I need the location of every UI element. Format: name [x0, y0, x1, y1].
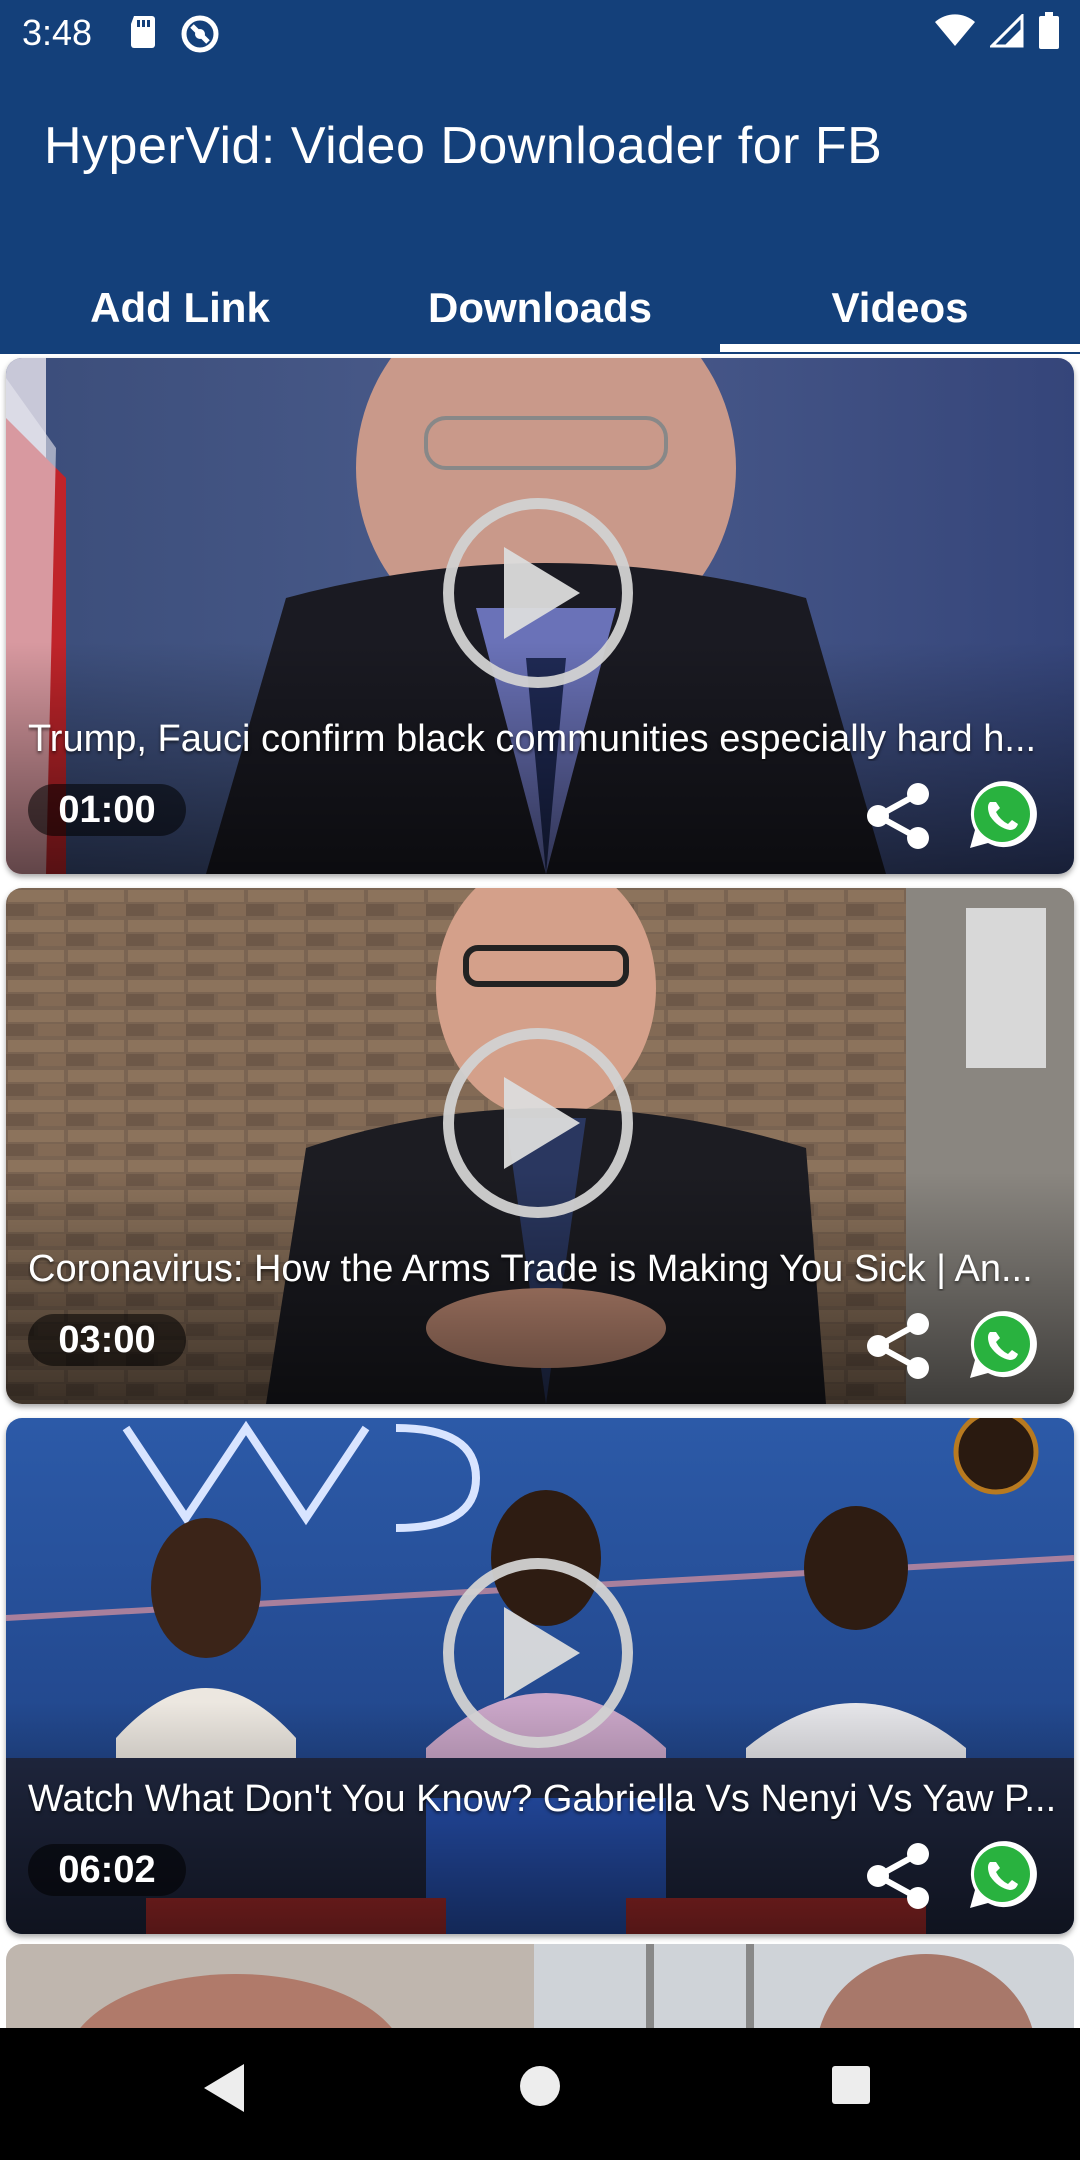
wifi-icon [934, 14, 976, 53]
video-card[interactable]: Coronavirus: How the Arms Trade is Makin… [6, 888, 1074, 1404]
cell-signal-icon [988, 12, 1024, 53]
video-list[interactable]: Trump, Fauci confirm black communities e… [0, 354, 1080, 2028]
video-title: Watch What Don't You Know? Gabriella Vs … [28, 1778, 1057, 1820]
video-card[interactable]: Watch What Don't You Know? Gabriella Vs … [6, 1418, 1074, 1934]
share-icon[interactable] [862, 780, 934, 852]
back-icon[interactable] [200, 2060, 248, 2121]
whatsapp-icon[interactable] [962, 776, 1042, 856]
circle-app-icon [180, 14, 220, 59]
tab-downloads[interactable]: Downloads [360, 284, 720, 354]
tab-label: Downloads [427, 284, 652, 331]
duration-badge: 06:02 [28, 1844, 186, 1896]
tab-selected-indicator [720, 344, 1080, 352]
play-button[interactable] [443, 498, 633, 688]
battery-icon [1038, 12, 1060, 55]
home-icon[interactable] [518, 2064, 562, 2113]
duration-badge: 03:00 [28, 1314, 186, 1366]
play-button[interactable] [443, 1558, 633, 1748]
share-icon[interactable] [862, 1840, 934, 1912]
tab-add-link[interactable]: Add Link [0, 284, 360, 354]
whatsapp-icon[interactable] [962, 1306, 1042, 1386]
duration-badge: 01:00 [28, 784, 186, 836]
status-bar: 3:48 [0, 0, 1080, 66]
app-bar: HyperVid: Video Downloader for FB Add Li… [0, 66, 1080, 354]
share-icon[interactable] [862, 1310, 934, 1382]
video-title: Coronavirus: How the Arms Trade is Makin… [28, 1248, 1033, 1290]
app-title: HyperVid: Video Downloader for FB [44, 117, 883, 175]
system-nav-bar [0, 2028, 1080, 2160]
video-card[interactable] [6, 1944, 1074, 2028]
sd-card-icon [128, 14, 158, 59]
whatsapp-icon[interactable] [962, 1836, 1042, 1916]
play-button[interactable] [443, 1028, 633, 1218]
tab-label: Add Link [90, 284, 270, 331]
video-thumbnail [6, 1944, 1074, 2028]
recents-icon[interactable] [830, 2064, 872, 2111]
video-card[interactable]: Trump, Fauci confirm black communities e… [6, 358, 1074, 874]
tab-label: Videos [831, 284, 969, 331]
video-title: Trump, Fauci confirm black communities e… [28, 718, 1037, 760]
status-time: 3:48 [22, 12, 93, 53]
